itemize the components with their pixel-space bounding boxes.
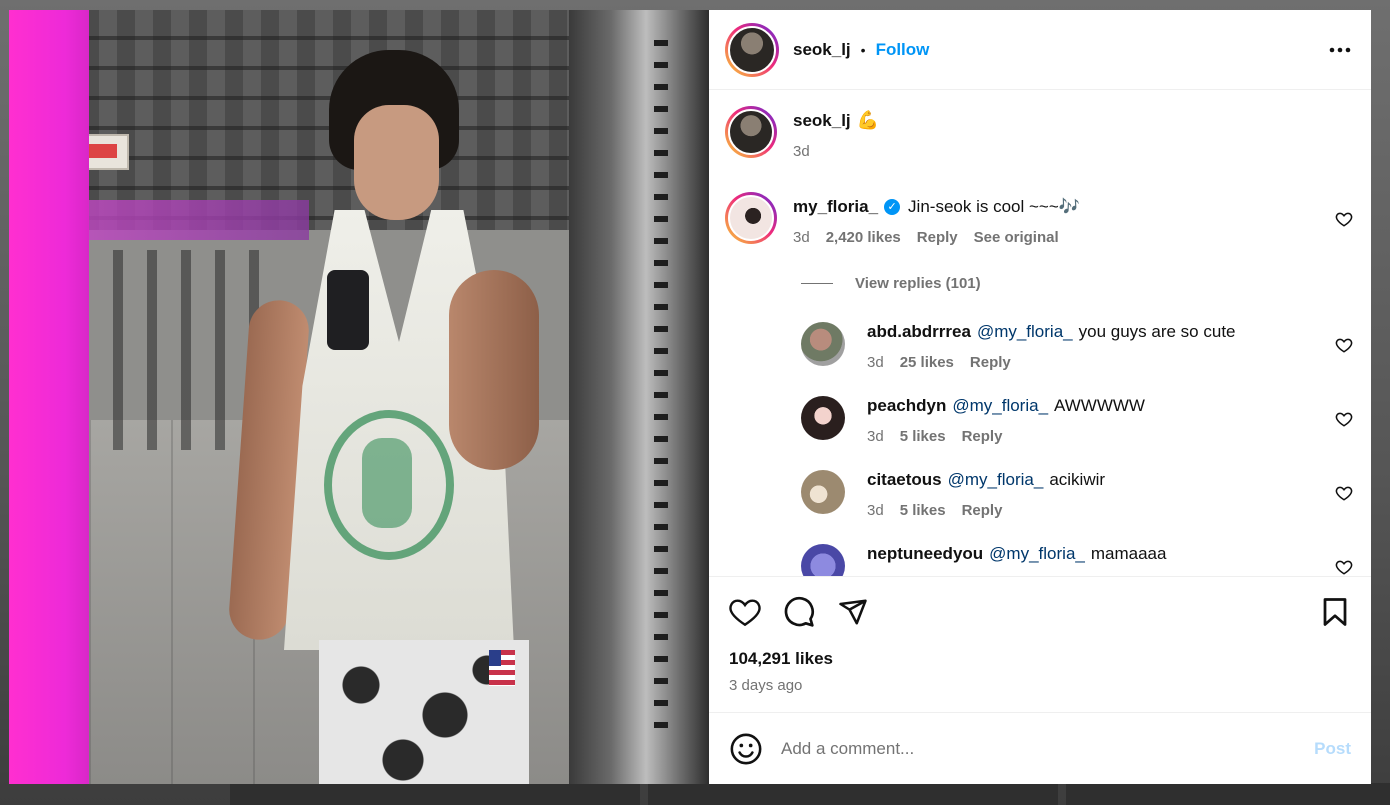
commenter-avatar[interactable] (725, 192, 777, 244)
reply-likes[interactable]: 25 likes (900, 354, 954, 371)
reply-mention[interactable]: @my_floria_ (948, 470, 1044, 490)
share-send-icon[interactable] (837, 596, 869, 628)
author-username[interactable]: seok_lj (793, 40, 851, 60)
reply-avatar[interactable] (801, 470, 845, 514)
comment-input[interactable] (781, 738, 1315, 759)
reply-username[interactable]: abd.abdrrrea (867, 322, 971, 342)
separator-dot: • (860, 41, 866, 58)
reply-avatar[interactable] (801, 544, 845, 576)
muscle-emoji-icon: 💪 (856, 110, 880, 130)
likes-count[interactable]: 104,291 likes (729, 649, 1351, 669)
person-figure (227, 50, 559, 784)
reply-username[interactable]: citaetous (867, 470, 942, 490)
view-replies-button[interactable]: View replies (101) (801, 266, 1355, 300)
reply-username[interactable]: neptuneedyou (867, 544, 983, 564)
view-replies-label: View replies (101) (855, 274, 981, 292)
comment-text: Jin-seok is cool ~~~🎶 (908, 197, 1080, 216)
emoji-smiley-icon[interactable] (729, 732, 763, 766)
add-comment-bar: Post (709, 712, 1371, 784)
reply-likes[interactable]: 5 likes (900, 428, 946, 445)
like-comment-heart-icon[interactable] (1335, 210, 1353, 228)
follow-button[interactable]: Follow (876, 40, 930, 60)
bookmark-icon[interactable] (1319, 596, 1351, 628)
reply-avatar[interactable] (801, 322, 845, 366)
comment-bubble-icon[interactable] (783, 596, 815, 628)
reply-button[interactable]: Reply (970, 354, 1011, 371)
reply-time[interactable]: 3d (867, 354, 884, 371)
background-thumbnail (648, 783, 1058, 805)
reply-button[interactable]: Reply (917, 229, 958, 246)
comment-item: my_floria_ ✓ Jin-seok is cool ~~~🎶 3d 2,… (725, 192, 1355, 246)
reply-time[interactable]: 3d (867, 428, 884, 445)
background-thumbnail (1066, 783, 1390, 805)
author-avatar[interactable] (725, 22, 779, 77)
replies-list: abd.abdrrrea @my_floria_ you guys are so… (801, 318, 1355, 576)
caption: seok_lj 💪 3d (725, 106, 1355, 188)
background-thumbnail (230, 783, 640, 805)
caption-time[interactable]: 3d (793, 143, 810, 160)
like-reply-heart-icon[interactable] (1335, 410, 1353, 428)
reply-mention[interactable]: @my_floria_ (952, 396, 1048, 416)
reply-username[interactable]: peachdyn (867, 396, 946, 416)
reply-text: acikiwir (1049, 470, 1106, 489)
reply-text: AWWWWW (1054, 396, 1145, 415)
more-options-icon[interactable] (1325, 35, 1355, 65)
reply-likes[interactable]: 5 likes (900, 502, 946, 519)
like-reply-heart-icon[interactable] (1335, 484, 1353, 502)
comments-section[interactable]: seok_lj 💪 3d my_floria_ ✓ Jin-seok is co… (709, 90, 1371, 576)
reply-button[interactable]: Reply (962, 502, 1003, 519)
reply-button[interactable]: Reply (962, 428, 1003, 445)
reply-time[interactable]: 3d (867, 502, 884, 519)
reply-item: neptuneedyou @my_floria_ mamaaaa (801, 540, 1355, 576)
commenter-username[interactable]: my_floria_ (793, 197, 878, 217)
reply-item: abd.abdrrrea @my_floria_ you guys are so… (801, 318, 1355, 392)
caption-avatar[interactable] (725, 106, 777, 158)
reply-item: citaetous @my_floria_ acikiwir 3d 5 like… (801, 466, 1355, 540)
post-photo[interactable] (9, 10, 709, 784)
post-timestamp[interactable]: 3 days ago (729, 677, 1351, 694)
like-reply-heart-icon[interactable] (1335, 336, 1353, 354)
reply-avatar[interactable] (801, 396, 845, 440)
comment-likes[interactable]: 2,420 likes (826, 229, 901, 246)
post-side-panel: seok_lj • Follow seok_lj 💪 3d my_floria_… (709, 10, 1371, 784)
post-header: seok_lj • Follow (709, 10, 1371, 90)
post-modal: seok_lj • Follow seok_lj 💪 3d my_floria_… (9, 10, 1371, 784)
post-comment-button[interactable]: Post (1314, 739, 1351, 759)
reply-text: you guys are so cute (1078, 322, 1236, 341)
comment-time[interactable]: 3d (793, 229, 810, 246)
verified-badge-icon: ✓ (884, 199, 901, 215)
like-reply-heart-icon[interactable] (1335, 558, 1353, 576)
reply-mention[interactable]: @my_floria_ (989, 544, 1085, 564)
see-original-button[interactable]: See original (974, 229, 1059, 246)
reply-item: peachdyn @my_floria_ AWWWWW 3d 5 likes R… (801, 392, 1355, 466)
post-actions: 104,291 likes 3 days ago (709, 576, 1371, 712)
reply-mention[interactable]: @my_floria_ (977, 322, 1073, 342)
like-heart-icon[interactable] (729, 596, 761, 628)
caption-username[interactable]: seok_lj (793, 111, 851, 131)
reply-text: mamaaaa (1090, 544, 1167, 563)
